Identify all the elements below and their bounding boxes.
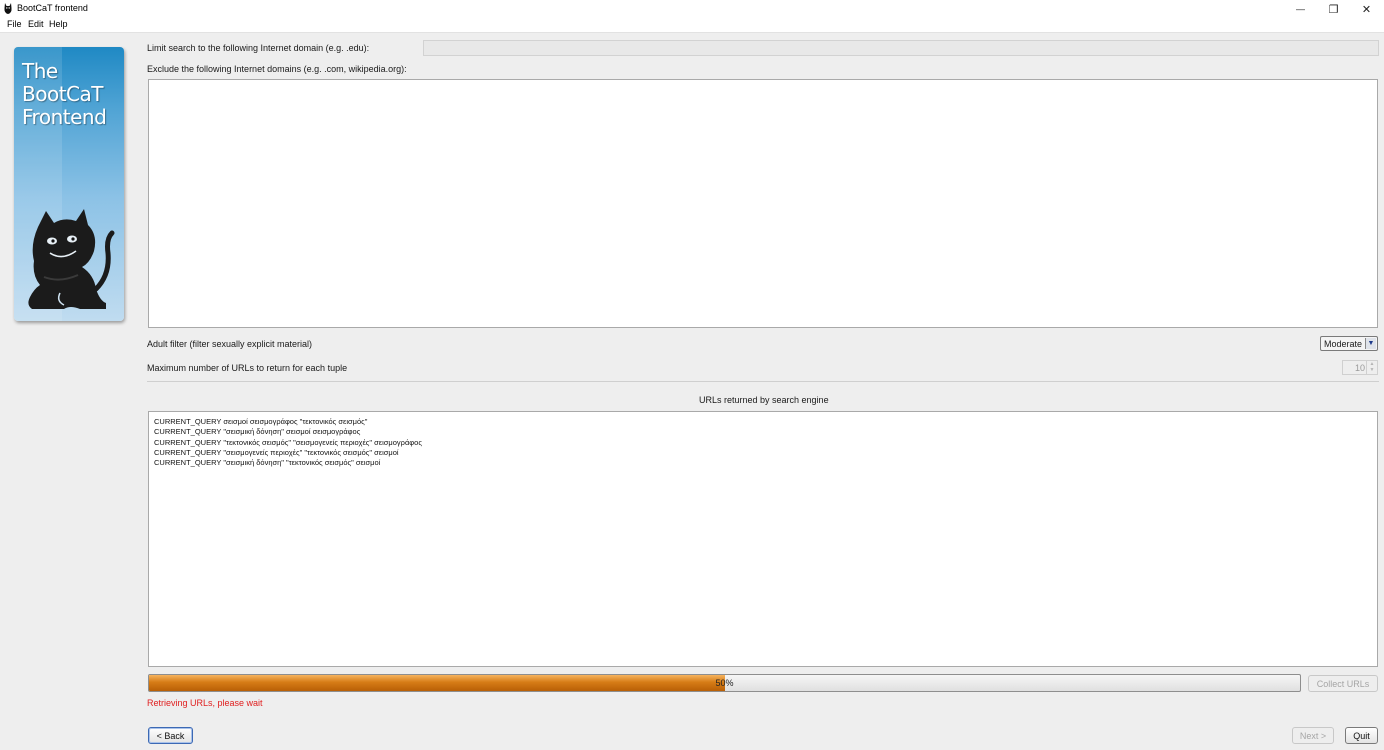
exclude-domains-textarea[interactable] xyxy=(148,79,1378,328)
url-result-line: CURRENT_QUERY "τεκτονικός σεισμός" "σεισ… xyxy=(154,437,422,447)
menu-bar: File Edit Help xyxy=(0,18,1384,33)
chevron-down-icon[interactable]: ▼ xyxy=(1365,338,1376,349)
max-urls-value: 10 xyxy=(1354,363,1365,373)
close-icon: ✕ xyxy=(1361,3,1372,16)
bootcat-app-icon xyxy=(4,3,12,14)
progress-label: 50% xyxy=(715,678,734,688)
window-title: BootCaT frontend xyxy=(17,3,88,13)
close-window-button[interactable]: ✕ xyxy=(1350,0,1383,18)
menu-help[interactable]: Help xyxy=(49,19,68,29)
logo-text-line-2: BootCaT xyxy=(22,82,103,106)
minimize-button[interactable]: — xyxy=(1284,0,1317,18)
limit-domain-label: Limit search to the following Internet d… xyxy=(147,43,370,53)
url-result-line: CURRENT_QUERY "σεισμική δόνηση" "τεκτονι… xyxy=(154,458,381,468)
menu-file[interactable]: File xyxy=(7,19,22,29)
exclude-domains-label: Exclude the following Internet domains (… xyxy=(147,64,407,74)
adult-filter-value: Moderate xyxy=(1324,338,1363,349)
restore-button[interactable]: ❐ xyxy=(1317,0,1350,18)
max-urls-spinner[interactable]: 10 ▲ ▼ xyxy=(1342,360,1378,375)
url-results-textarea[interactable]: CURRENT_QUERY σεισμοί σεισμογράφος "τεκτ… xyxy=(148,411,1378,667)
menu-edit[interactable]: Edit xyxy=(28,19,44,29)
logo-text-line-1: The xyxy=(22,59,58,83)
limit-domain-input[interactable] xyxy=(423,40,1379,56)
adult-filter-label: Adult filter (filter sexually explicit m… xyxy=(147,339,313,349)
restore-icon: ❐ xyxy=(1328,3,1339,16)
progress-bar: 50% xyxy=(148,674,1301,692)
url-result-line: CURRENT_QUERY "σεισμογενείς περιοχές" "τ… xyxy=(154,447,399,457)
spinner-arrows-icon[interactable]: ▲ ▼ xyxy=(1366,361,1377,374)
adult-filter-select[interactable]: Moderate ▼ xyxy=(1320,336,1378,351)
status-message: Retrieving URLs, please wait xyxy=(147,698,263,708)
max-urls-label: Maximum number of URLs to return for eac… xyxy=(147,363,348,373)
url-result-line: CURRENT_QUERY σεισμοί σεισμογράφος "τεκτ… xyxy=(154,417,368,426)
quit-button[interactable]: Quit xyxy=(1345,727,1378,744)
title-bar: BootCaT frontend — ❐ ✕ xyxy=(0,0,1384,18)
next-button[interactable]: Next > xyxy=(1292,727,1334,744)
logo-text-line-3: Frontend xyxy=(22,105,107,129)
minimize-icon: — xyxy=(1296,4,1305,14)
collect-urls-button[interactable]: Collect URLs xyxy=(1308,675,1378,692)
bootcat-cat-icon xyxy=(28,209,115,309)
url-result-line: CURRENT_QUERY "σεισμική δόνηση" σεισμοί … xyxy=(154,427,361,437)
bootcat-logo-panel: The BootCaT Frontend xyxy=(14,47,124,321)
separator xyxy=(147,381,1379,382)
back-button[interactable]: < Back xyxy=(148,727,193,744)
results-heading: URLs returned by search engine xyxy=(699,395,829,405)
